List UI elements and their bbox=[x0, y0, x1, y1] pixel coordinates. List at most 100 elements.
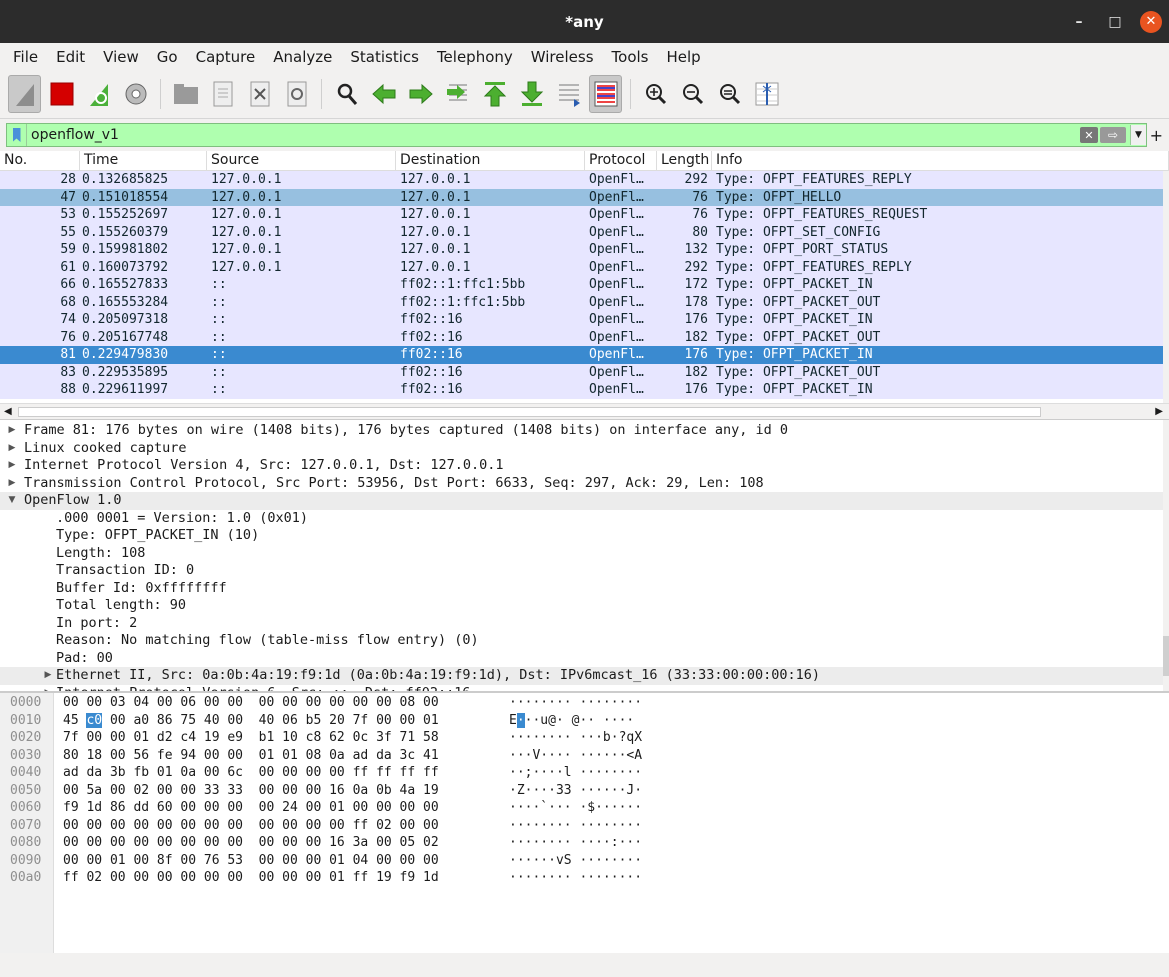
add-filter-button-plus-icon[interactable]: + bbox=[1147, 126, 1163, 145]
detail-row[interactable]: Buffer Id: 0xffffffff bbox=[0, 580, 1169, 598]
menu-file[interactable]: File bbox=[4, 48, 47, 66]
scroll-right-icon[interactable]: ▶ bbox=[1155, 406, 1163, 417]
hex-row[interactable]: 0010 45 c0 00 a0 86 75 40 00 40 06 b5 20 … bbox=[0, 712, 1169, 730]
packet-row[interactable]: 61 0.160073792 127.0.0.1 127.0.0.1 OpenFl… 29… bbox=[0, 258, 1169, 276]
menu-help[interactable]: Help bbox=[657, 48, 709, 66]
expand-down-icon[interactable]: ▼ bbox=[0, 492, 24, 510]
menu-edit[interactable]: Edit bbox=[47, 48, 94, 66]
reload-file-button[interactable] bbox=[280, 75, 313, 113]
go-forward-button[interactable] bbox=[404, 75, 437, 113]
packet-row[interactable]: 81 0.229479830:: ff02::16 OpenFl… 176 Type: O… bbox=[0, 346, 1169, 364]
menu-capture[interactable]: Capture bbox=[187, 48, 265, 66]
packet-row[interactable]: 88 0.229611997:: ff02::16 OpenFl… 176 Type: O… bbox=[0, 381, 1169, 399]
detail-row[interactable]: ▶ Internet Protocol Version 6, Src: ::, D… bbox=[0, 685, 1169, 692]
packet-row[interactable]: 74 0.205097318:: ff02::16 OpenFl… 176 Type: O… bbox=[0, 311, 1169, 329]
detail-row[interactable]: ▶ Ethernet II, Src: 0a:0b:4a:19:f9:1d (0a… bbox=[0, 667, 1169, 685]
menu-telephony[interactable]: Telephony bbox=[428, 48, 522, 66]
column-no[interactable]: No. bbox=[0, 151, 80, 170]
column-protocol[interactable]: Protocol bbox=[585, 151, 657, 170]
detail-row[interactable]: Reason: No matching flow (table-miss flo… bbox=[0, 632, 1169, 650]
hex-row[interactable]: 0090 00 00 01 00 8f 00 76 53 00 00 00 01 … bbox=[0, 852, 1169, 870]
column-length[interactable]: Length bbox=[657, 151, 712, 170]
packet-row[interactable]: 59 0.159981802 127.0.0.1 127.0.0.1 OpenFl… 13… bbox=[0, 241, 1169, 259]
auto-scroll-button[interactable] bbox=[552, 75, 585, 113]
menu-go[interactable]: Go bbox=[148, 48, 187, 66]
close-file-button[interactable] bbox=[243, 75, 276, 113]
hex-row[interactable]: 0030 80 18 00 56 fe 94 00 00 01 01 08 0a … bbox=[0, 747, 1169, 765]
scroll-left-icon[interactable]: ◀ bbox=[0, 406, 12, 417]
filter-bookmark-button[interactable] bbox=[7, 124, 27, 146]
detail-row[interactable]: ▶ Internet Protocol Version 4, Src: 127.0… bbox=[0, 457, 1169, 475]
colorize-button[interactable] bbox=[589, 75, 622, 113]
first-packet-button[interactable] bbox=[478, 75, 511, 113]
menu-analyze[interactable]: Analyze bbox=[264, 48, 341, 66]
hex-row[interactable]: 0020 7f 00 00 01 d2 c4 19 e9 b1 10 c8 62 … bbox=[0, 729, 1169, 747]
capture-options-button[interactable] bbox=[119, 75, 152, 113]
detail-row[interactable]: Length: 108 bbox=[0, 545, 1169, 563]
apply-filter-button[interactable]: ⇨ bbox=[1100, 127, 1126, 143]
menu-view[interactable]: View bbox=[94, 48, 148, 66]
packet-row[interactable]: 68 0.165553284:: ff02::1:ffc1:5bb OpenFl… 17… bbox=[0, 293, 1169, 311]
detail-row[interactable]: Pad: 00 bbox=[0, 650, 1169, 668]
column-source[interactable]: Source bbox=[207, 151, 396, 170]
expand-right-icon[interactable]: ▶ bbox=[40, 685, 56, 692]
packet-list-hscroll[interactable]: ◀ ▶ bbox=[0, 403, 1169, 419]
column-destination[interactable]: Destination bbox=[396, 151, 585, 170]
zoom-in-button[interactable] bbox=[639, 75, 672, 113]
filter-text[interactable]: openflow_v1 bbox=[27, 127, 1080, 143]
hex-row[interactable]: 0080 00 00 00 00 00 00 00 00 00 00 00 16 … bbox=[0, 834, 1169, 852]
hex-row[interactable]: 0070 00 00 00 00 00 00 00 00 00 00 00 00 … bbox=[0, 817, 1169, 835]
packet-row[interactable]: 55 0.155260379 127.0.0.1 127.0.0.1 OpenFl… 80… bbox=[0, 223, 1169, 241]
zoom-out-button[interactable] bbox=[676, 75, 709, 113]
hex-row[interactable]: 0040 ad da 3b fb 01 0a 00 6c 00 00 00 00 … bbox=[0, 764, 1169, 782]
open-file-button[interactable] bbox=[169, 75, 202, 113]
packet-row[interactable]: 28 0.132685825 127.0.0.1 127.0.0.1 OpenFl… 29… bbox=[0, 171, 1169, 189]
detail-row[interactable]: ▶ Linux cooked capture bbox=[0, 440, 1169, 458]
detail-row[interactable]: Total length: 90 bbox=[0, 597, 1169, 615]
expand-right-icon[interactable]: ▶ bbox=[0, 440, 24, 458]
packet-row[interactable]: 83 0.229535895:: ff02::16 OpenFl… 182 Type: O… bbox=[0, 363, 1169, 381]
packet-row[interactable]: 66 0.165527833:: ff02::1:ffc1:5bb OpenFl… 17… bbox=[0, 276, 1169, 294]
clear-filter-button[interactable]: ✕ bbox=[1080, 127, 1098, 143]
column-time[interactable]: Time bbox=[80, 151, 207, 170]
packet-row[interactable]: 47 0.151018554 127.0.0.1 127.0.0.1 OpenFl… 76… bbox=[0, 188, 1169, 206]
hex-row[interactable]: 0060 f9 1d 86 dd 60 00 00 00 00 24 00 01 … bbox=[0, 799, 1169, 817]
details-vscroll[interactable] bbox=[1163, 420, 1169, 691]
close-button[interactable]: ✕ bbox=[1133, 0, 1169, 43]
expand-right-icon[interactable]: ▶ bbox=[0, 475, 24, 493]
start-capture-button[interactable] bbox=[8, 75, 41, 113]
last-packet-button[interactable] bbox=[515, 75, 548, 113]
filter-history-dropdown[interactable]: ▼ bbox=[1130, 125, 1146, 145]
detail-row[interactable]: Type: OFPT_PACKET_IN (10) bbox=[0, 527, 1169, 545]
display-filter-input[interactable]: openflow_v1 ✕ ⇨ ▼ bbox=[6, 123, 1147, 147]
detail-row[interactable]: ▼ OpenFlow 1.0 bbox=[0, 492, 1169, 510]
minimize-button[interactable]: – bbox=[1061, 0, 1097, 43]
maximize-button[interactable]: □ bbox=[1097, 0, 1133, 43]
menu-wireless[interactable]: Wireless bbox=[522, 48, 603, 66]
detail-row[interactable]: .000 0001 = Version: 1.0 (0x01) bbox=[0, 510, 1169, 528]
resize-columns-button[interactable] bbox=[750, 75, 783, 113]
normal-size-button[interactable] bbox=[713, 75, 746, 113]
restart-capture-button[interactable] bbox=[82, 75, 115, 113]
hex-row[interactable]: 0050 00 5a 00 02 00 00 33 33 00 00 00 16 … bbox=[0, 782, 1169, 800]
go-back-button[interactable] bbox=[367, 75, 400, 113]
go-to-packet-button[interactable] bbox=[441, 75, 474, 113]
hscroll-thumb[interactable] bbox=[18, 407, 1041, 417]
expand-right-icon[interactable]: ▶ bbox=[40, 667, 56, 685]
details-vscroll-thumb[interactable] bbox=[1163, 636, 1169, 676]
column-info[interactable]: Info bbox=[712, 151, 1169, 170]
hex-row[interactable]: 0000 00 00 03 04 00 06 00 00 00 00 00 00 … bbox=[0, 694, 1169, 712]
expand-right-icon[interactable]: ▶ bbox=[0, 457, 24, 475]
packet-row[interactable]: 53 0.155252697 127.0.0.1 127.0.0.1 OpenFl… 76… bbox=[0, 206, 1169, 224]
menu-statistics[interactable]: Statistics bbox=[341, 48, 428, 66]
save-file-button[interactable] bbox=[206, 75, 239, 113]
stop-capture-button[interactable] bbox=[45, 75, 78, 113]
detail-row[interactable]: Transaction ID: 0 bbox=[0, 562, 1169, 580]
detail-row[interactable]: In port: 2 bbox=[0, 615, 1169, 633]
detail-row[interactable]: ▶ Frame 81: 176 bytes on wire (1408 bits)… bbox=[0, 422, 1169, 440]
menu-tools[interactable]: Tools bbox=[603, 48, 658, 66]
find-packet-button[interactable] bbox=[330, 75, 363, 113]
packet-list-vscroll[interactable] bbox=[1163, 171, 1169, 403]
hex-row[interactable]: 00a0 ff 02 00 00 00 00 00 00 00 00 00 01 … bbox=[0, 869, 1169, 887]
detail-row[interactable]: ▶ Transmission Control Protocol, Src Port… bbox=[0, 475, 1169, 493]
